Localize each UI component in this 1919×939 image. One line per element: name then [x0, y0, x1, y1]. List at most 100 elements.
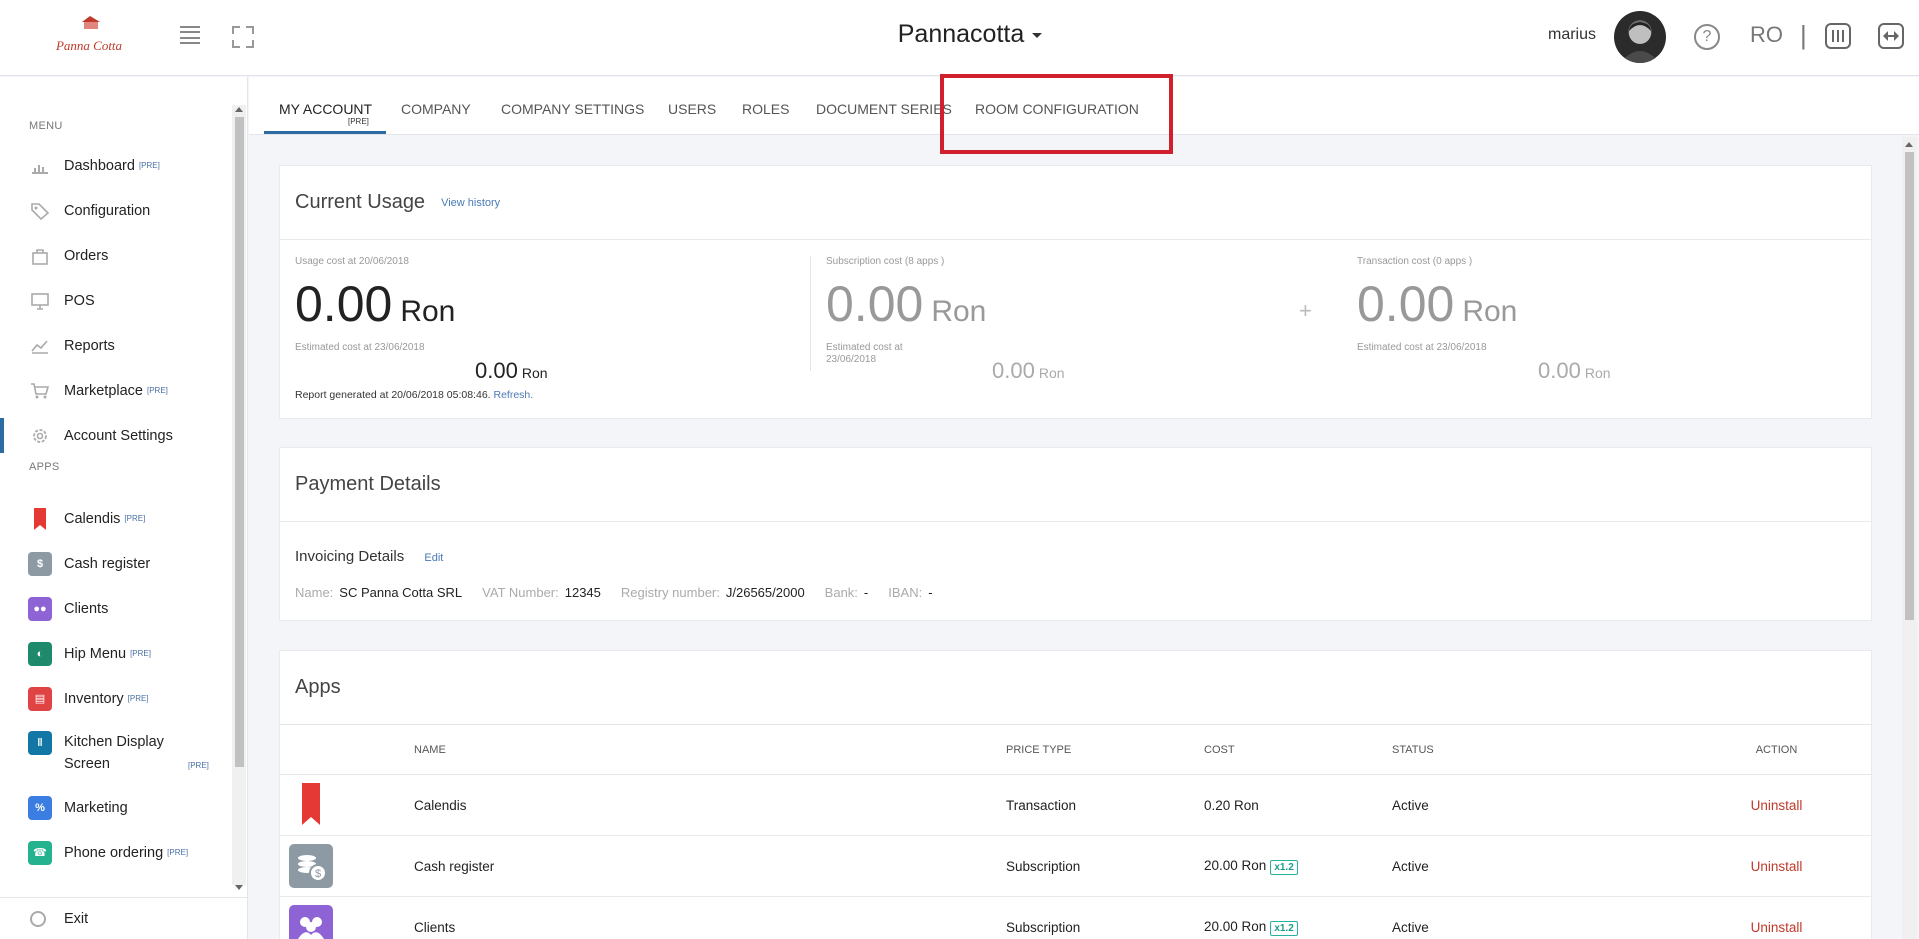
tab-my-account[interactable]: MY ACCOUNT: [279, 101, 372, 117]
header-separator: |: [1800, 20, 1807, 50]
exit-button[interactable]: Exit: [0, 897, 247, 939]
view-history-link[interactable]: View history: [441, 197, 500, 209]
username: marius: [1548, 26, 1597, 43]
column-logo: [280, 724, 414, 775]
sidebar-item-cash-register[interactable]: $ Cash register: [0, 541, 232, 586]
table-row: Calendis Transaction 0.20 Ron Active Uni…: [280, 774, 1871, 836]
sidebar-item-hip-menu[interactable]: ◐ Hip Menu [PRE]: [0, 631, 232, 676]
gear-icon: [33, 428, 47, 443]
current-usage-card: Current Usage View history Usage cost at…: [279, 165, 1872, 419]
transaction-cost-value: 0.00 Ron: [1357, 279, 1807, 337]
pre-badge: [PRE]: [167, 848, 189, 857]
settings-tabs: MY ACCOUNT COMPANY COMPANY SETTINGS USER…: [249, 77, 1919, 135]
sidebar-item-marketplace[interactable]: Marketplace [PRE]: [0, 368, 232, 413]
scroll-up-icon[interactable]: [1905, 142, 1913, 147]
sidebar-item-inventory[interactable]: ▤ Inventory [PRE]: [0, 676, 232, 721]
app-cost: 0.20 Ron: [1204, 774, 1392, 836]
est-label-line: 23/06/2018: [826, 354, 877, 365]
sidebar-scrollbar-thumb[interactable]: [235, 117, 244, 767]
tab-users[interactable]: USERS: [668, 101, 716, 117]
amount: 0.00: [475, 358, 518, 383]
app-logo-cell: [280, 896, 414, 939]
uninstall-button[interactable]: Uninstall: [1751, 798, 1803, 813]
amount: 0.00: [992, 358, 1035, 383]
pre-badge: [PRE]: [188, 761, 209, 770]
app-cost-cell: 20.00 Ron x1.2: [1204, 835, 1392, 897]
subscription-estimated-label: Estimated cost at 23/06/2018: [826, 342, 903, 366]
chart-icon: [32, 164, 48, 174]
edit-invoicing-link[interactable]: Edit: [424, 552, 443, 564]
sidebar-item-label: Clients: [64, 600, 109, 617]
refresh-link[interactable]: Refresh.: [494, 389, 534, 401]
tab-room-configuration[interactable]: ROOM CONFIGURATION: [975, 101, 1139, 117]
sidebar-item-marketing[interactable]: % Marketing: [0, 785, 232, 830]
barcode-icon[interactable]: [1825, 23, 1851, 49]
usage-cost-block: Usage cost at 20/06/2018 0.00 Ron Estimat…: [295, 256, 795, 383]
app-name: Clients: [414, 896, 1006, 939]
fullscreen-icon[interactable]: [232, 26, 254, 48]
kitchen-display-icon: ‖: [28, 731, 52, 755]
phone-ordering-icon: ☎: [28, 840, 52, 865]
sidebar-item-clients[interactable]: ●● Clients: [0, 586, 232, 631]
invoice-vat: VAT Number: 12345: [482, 585, 601, 600]
tab-company[interactable]: COMPANY: [401, 101, 471, 117]
app-cost: 20.00 Ron: [1204, 857, 1267, 873]
usage-cost-label: Usage cost at 20/06/2018: [295, 256, 409, 267]
column-cost[interactable]: COST: [1204, 724, 1392, 775]
menu-toggle-icon[interactable]: [180, 26, 200, 44]
uninstall-button[interactable]: Uninstall: [1751, 920, 1803, 935]
tab-roles[interactable]: ROLES: [742, 101, 789, 117]
exit-label: Exit: [64, 910, 89, 927]
language-selector[interactable]: RO: [1750, 22, 1783, 48]
sidebar-item-configuration[interactable]: Configuration: [0, 188, 232, 233]
subscription-cost-value: 0.00 Ron: [826, 279, 1276, 337]
marketing-icon: %: [28, 795, 52, 820]
amount: 0.00: [295, 276, 393, 332]
sidebar-item-label: Reports: [64, 337, 115, 354]
sidebar-item-account-settings[interactable]: Account Settings: [0, 413, 232, 458]
tab-document-series[interactable]: DOCUMENT SERIES: [816, 101, 952, 117]
cash-register-icon: $: [28, 551, 52, 576]
table-row: Clients Subscription 20.00 Ron x1.2 Activ…: [280, 896, 1871, 939]
clients-icon: ●●: [28, 596, 52, 621]
company-switcher[interactable]: Pannacotta: [880, 20, 1060, 49]
amount: 0.00: [1538, 358, 1581, 383]
sidebar-scrollbar[interactable]: [232, 105, 246, 885]
active-tab-indicator: [264, 131, 386, 134]
pre-badge: [PRE]: [138, 161, 160, 170]
scroll-up-icon[interactable]: [235, 107, 243, 112]
pannacotta-logo[interactable]: Panna Cotta: [44, 14, 134, 62]
sidebar-item-label: Calendis: [64, 510, 121, 527]
invoicing-fields: Name: SC Panna Cotta SRL VAT Number: 12345…: [295, 585, 933, 600]
sidebar-item-calendis[interactable]: Calendis [PRE]: [0, 496, 232, 541]
card-header: Payment Details: [280, 448, 1871, 522]
report-generated-text: Report generated at 20/06/2018 05:08:46.…: [295, 389, 533, 401]
column-price-type[interactable]: PRICE TYPE: [1006, 724, 1204, 775]
app-status: Active: [1392, 835, 1722, 897]
sidebar-item-reports[interactable]: Reports: [0, 323, 232, 368]
scroll-down-icon[interactable]: [235, 885, 243, 890]
sidebar-item-phone-ordering[interactable]: ☎ Phone ordering [PRE]: [0, 830, 232, 875]
invoicing-details-heading: Invoicing Details Edit: [295, 548, 443, 565]
avatar[interactable]: [1614, 11, 1666, 63]
collapse-icon[interactable]: [1878, 23, 1904, 49]
currency: Ron: [400, 295, 456, 328]
table-header-row: NAME PRICE TYPE COST STATUS ACTION: [280, 724, 1871, 775]
tab-company-settings[interactable]: COMPANY SETTINGS: [501, 101, 644, 117]
app-action-cell: Uninstall: [1722, 774, 1871, 836]
column-name[interactable]: NAME: [414, 724, 1006, 775]
main-scrollbar[interactable]: [1902, 137, 1917, 939]
sidebar-item-orders[interactable]: Orders: [0, 233, 232, 278]
main-scrollbar-thumb[interactable]: [1905, 152, 1914, 620]
app-cost: 20.00 Ron: [1204, 918, 1267, 934]
sidebar-item-dashboard[interactable]: Dashboard [PRE]: [0, 143, 232, 188]
chevron-down-icon: [1032, 32, 1043, 38]
sidebar-item-pos[interactable]: POS: [0, 278, 232, 323]
app-name: Calendis: [414, 774, 1006, 836]
help-icon[interactable]: ?: [1694, 24, 1720, 50]
transaction-cost-block: Transaction cost (0 apps ) 0.00 Ron Estim…: [1357, 256, 1807, 383]
sidebar-item-kitchen-display[interactable]: ‖ Kitchen Display Screen [PRE]: [0, 721, 232, 785]
app-action-cell: Uninstall: [1722, 896, 1871, 939]
uninstall-button[interactable]: Uninstall: [1751, 859, 1803, 874]
column-status[interactable]: STATUS: [1392, 724, 1722, 775]
